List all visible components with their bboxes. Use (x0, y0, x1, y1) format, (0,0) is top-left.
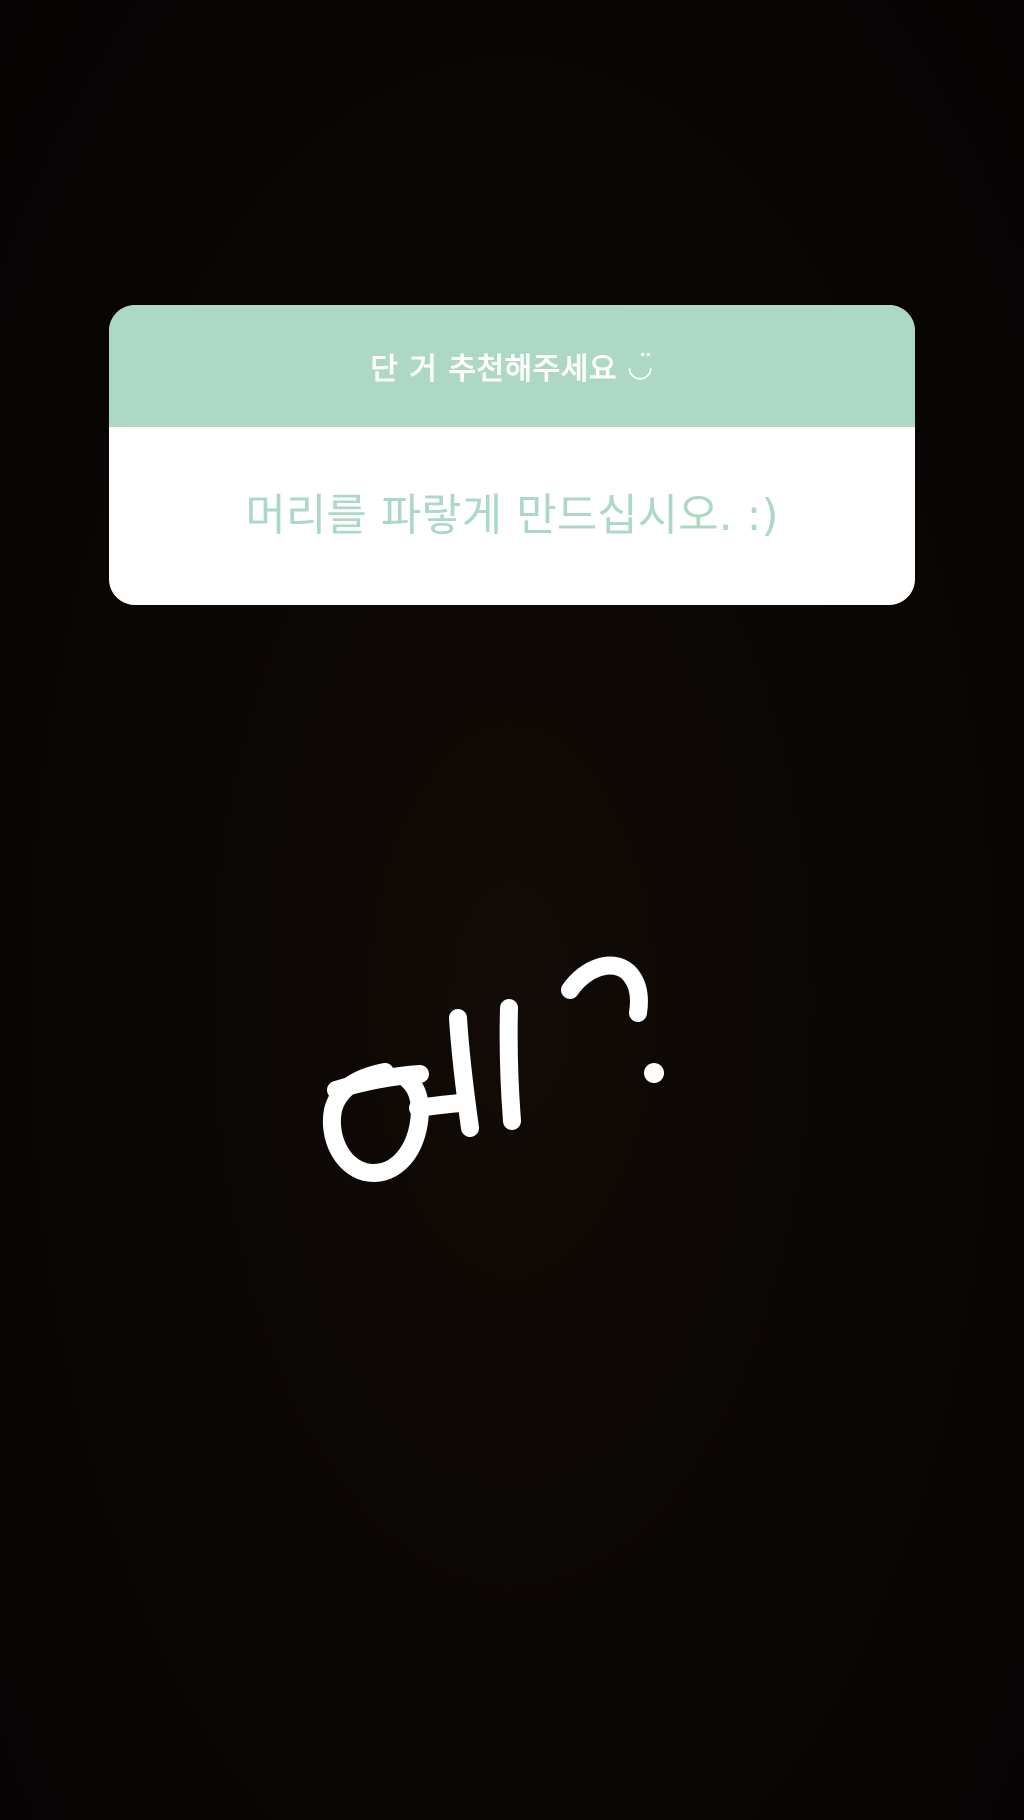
stroke-mid-bar (409, 1094, 471, 1117)
story-canvas: 단 거 추천해주세요 ◡̈ 머리를 파랗게 만드십시오. :) (0, 0, 1024, 1820)
stroke-vertical-1 (449, 1009, 479, 1137)
stroke-vertical-2 (499, 999, 521, 1130)
stroke-question-hook (561, 956, 648, 1022)
handwritten-drawing (323, 956, 664, 1182)
handwritten-ye-question (323, 956, 648, 1182)
question-dot (644, 1063, 664, 1083)
